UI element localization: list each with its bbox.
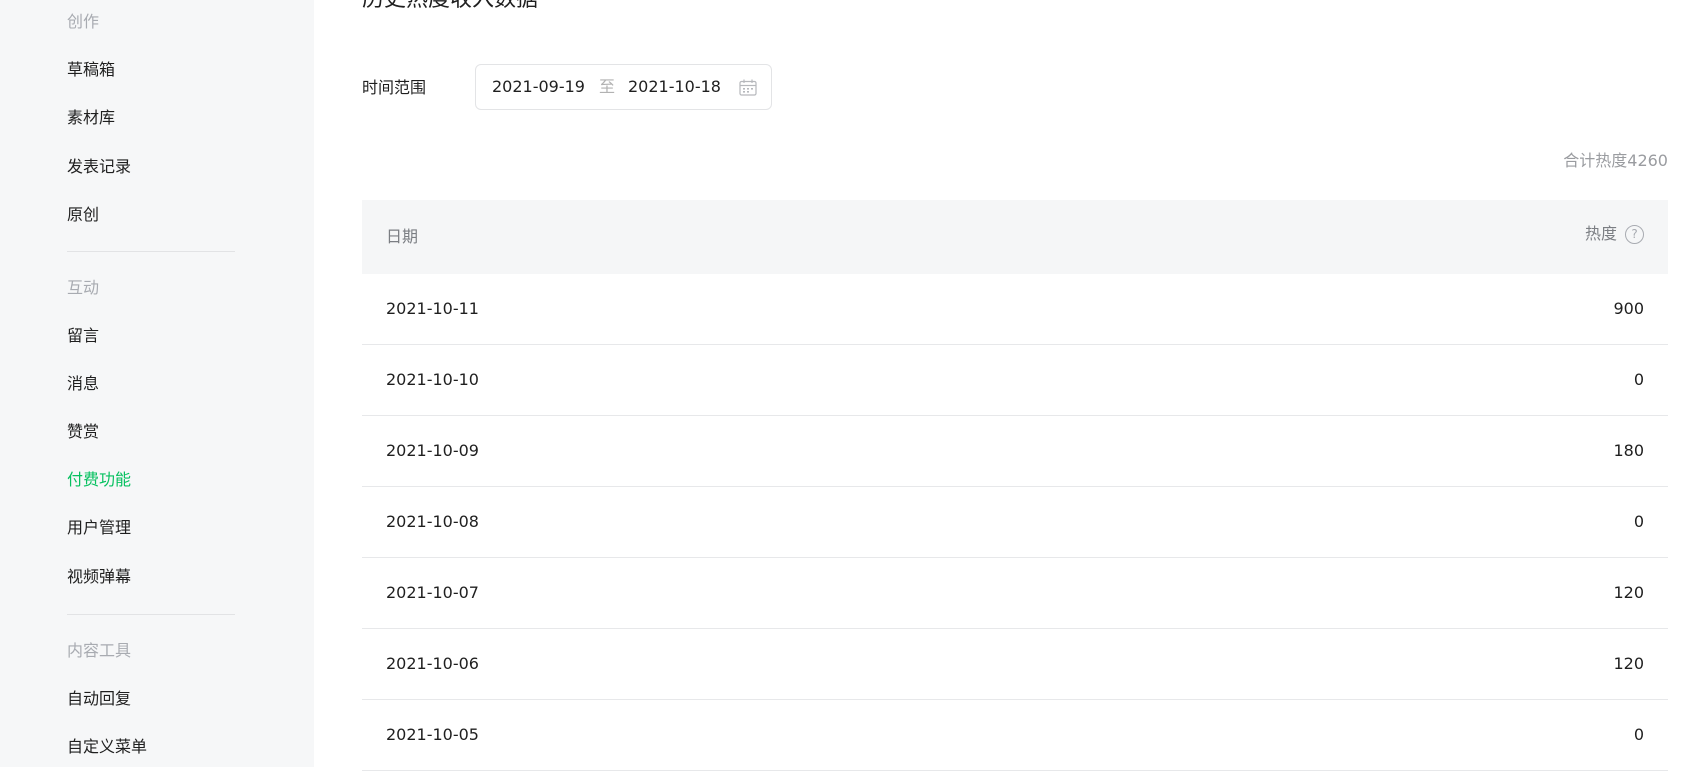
row-heat: 180 [1613,441,1644,461]
nav-item-publish-records[interactable]: 发表记录 [67,157,131,177]
table-row: 2021-10-05 0 [362,700,1668,771]
nav-item-custom-menu[interactable]: 自定义菜单 [67,737,147,757]
table-header: 日期 热度 ? [362,200,1668,274]
table-row: 2021-10-08 0 [362,487,1668,558]
nav-item-video-danmaku[interactable]: 视频弹幕 [67,567,131,587]
row-date: 2021-10-08 [386,512,479,532]
nav-item-material-library[interactable]: 素材库 [67,108,115,128]
nav-item-drafts[interactable]: 草稿箱 [67,60,115,80]
nav-item-paid-features[interactable]: 付费功能 [67,470,131,490]
sidebar: 创作 草稿箱 素材库 发表记录 原创 互动 留言 消息 赞赏 付费功能 用户管理… [0,0,314,767]
nav-divider [67,251,235,252]
start-date[interactable]: 2021-09-19 [492,77,585,97]
nav-divider [67,614,235,615]
nav-item-original[interactable]: 原创 [67,205,99,225]
row-date: 2021-10-07 [386,583,479,603]
time-range-label: 时间范围 [362,78,426,98]
nav-item-user-management[interactable]: 用户管理 [67,518,131,538]
row-date: 2021-10-06 [386,654,479,674]
row-heat: 0 [1634,512,1644,532]
row-heat: 120 [1613,583,1644,603]
end-date[interactable]: 2021-10-18 [628,77,721,97]
nav-section-content-tools: 内容工具 [67,641,131,661]
total-heat: 合计热度4260 [1563,151,1668,171]
nav-item-messages[interactable]: 消息 [67,374,99,394]
table-row: 2021-10-10 0 [362,345,1668,416]
row-date: 2021-10-09 [386,441,479,461]
calendar-icon[interactable] [739,79,757,96]
nav-section-interaction: 互动 [67,278,99,298]
nav-section-create: 创作 [67,12,99,32]
row-date: 2021-10-10 [386,370,479,390]
nav-item-auto-reply[interactable]: 自动回复 [67,689,131,709]
nav-item-comments[interactable]: 留言 [67,326,99,346]
help-icon[interactable]: ? [1625,225,1644,244]
table-row: 2021-10-11 900 [362,274,1668,345]
main-content: 历史热度收入数据 时间范围 2021-09-19 至 2021-10-18 合计… [314,0,1708,767]
date-range-separator: 至 [599,77,615,97]
table-row: 2021-10-07 120 [362,558,1668,629]
nav-item-rewards[interactable]: 赞赏 [67,422,99,442]
row-heat: 0 [1634,370,1644,390]
table-row: 2021-10-06 120 [362,629,1668,700]
column-header-heat: 热度 ? [1585,224,1644,244]
column-header-date: 日期 [386,227,418,247]
table-row: 2021-10-09 180 [362,416,1668,487]
date-range-picker[interactable]: 2021-09-19 至 2021-10-18 [475,64,772,110]
column-header-heat-label: 热度 [1585,224,1617,244]
heat-table: 日期 热度 ? 2021-10-11 900 2021-10-10 0 2021… [362,200,1668,771]
row-date: 2021-10-11 [386,299,479,319]
row-date: 2021-10-05 [386,725,479,745]
row-heat: 0 [1634,725,1644,745]
row-heat: 900 [1613,299,1644,319]
row-heat: 120 [1613,654,1644,674]
page-title: 历史热度收入数据 [362,0,538,14]
